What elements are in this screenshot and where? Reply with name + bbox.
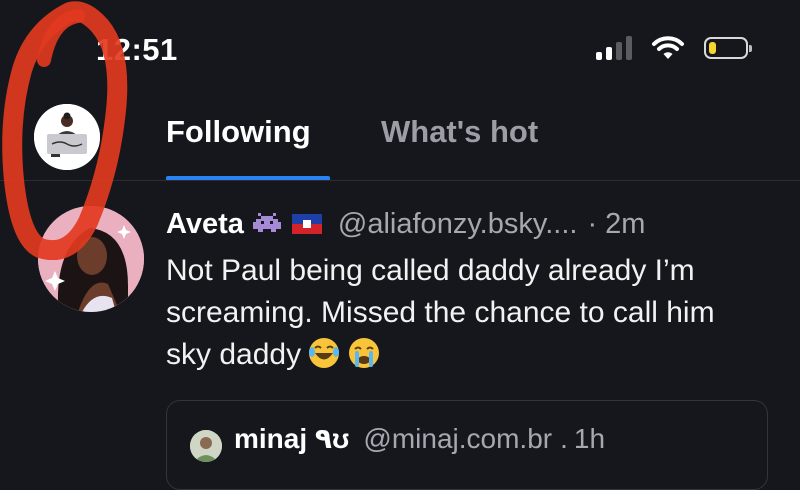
crying-emoji <box>347 336 381 382</box>
cellular-signal-icon <box>596 36 632 60</box>
tab-following[interactable]: Following <box>166 114 311 150</box>
post-text: Not Paul being called daddy already I’m … <box>166 254 715 371</box>
alien-monster-emoji <box>252 211 282 237</box>
post-body: Not Paul being called daddy already I’m … <box>166 250 766 382</box>
profile-avatar-button[interactable] <box>34 104 100 170</box>
post-separator: · <box>587 207 598 240</box>
post-author-avatar[interactable] <box>38 206 144 312</box>
quoted-timestamp: 1h <box>573 422 606 454</box>
quoted-author-name[interactable]: minaj ٩ʊ <box>234 422 349 455</box>
status-time: 12:51 <box>96 32 178 67</box>
battery-low-icon <box>704 37 752 59</box>
quoted-author-avatar[interactable] <box>190 430 222 462</box>
quoted-author-handle[interactable]: @minaj.com.br <box>363 423 552 455</box>
tab-whats-hot[interactable]: What's hot <box>381 114 538 150</box>
wifi-icon <box>652 36 684 59</box>
battery-level-fill <box>709 42 716 54</box>
quoted-separator: . <box>560 422 568 454</box>
quoted-post-header: minaj ٩ʊ @minaj.com.br . 1h <box>234 422 605 455</box>
laughing-tears-emoji <box>307 336 341 382</box>
header-divider <box>0 180 800 181</box>
haiti-flag-emoji <box>290 212 324 236</box>
post-header: Aveta @aliafonzy.bsky.... · 2m <box>166 204 645 244</box>
post-author-name[interactable]: Aveta <box>166 208 244 241</box>
status-icons <box>596 36 752 60</box>
post-timestamp: 2m <box>605 207 646 240</box>
post-author-handle[interactable]: @aliafonzy.bsky.... <box>338 208 578 241</box>
